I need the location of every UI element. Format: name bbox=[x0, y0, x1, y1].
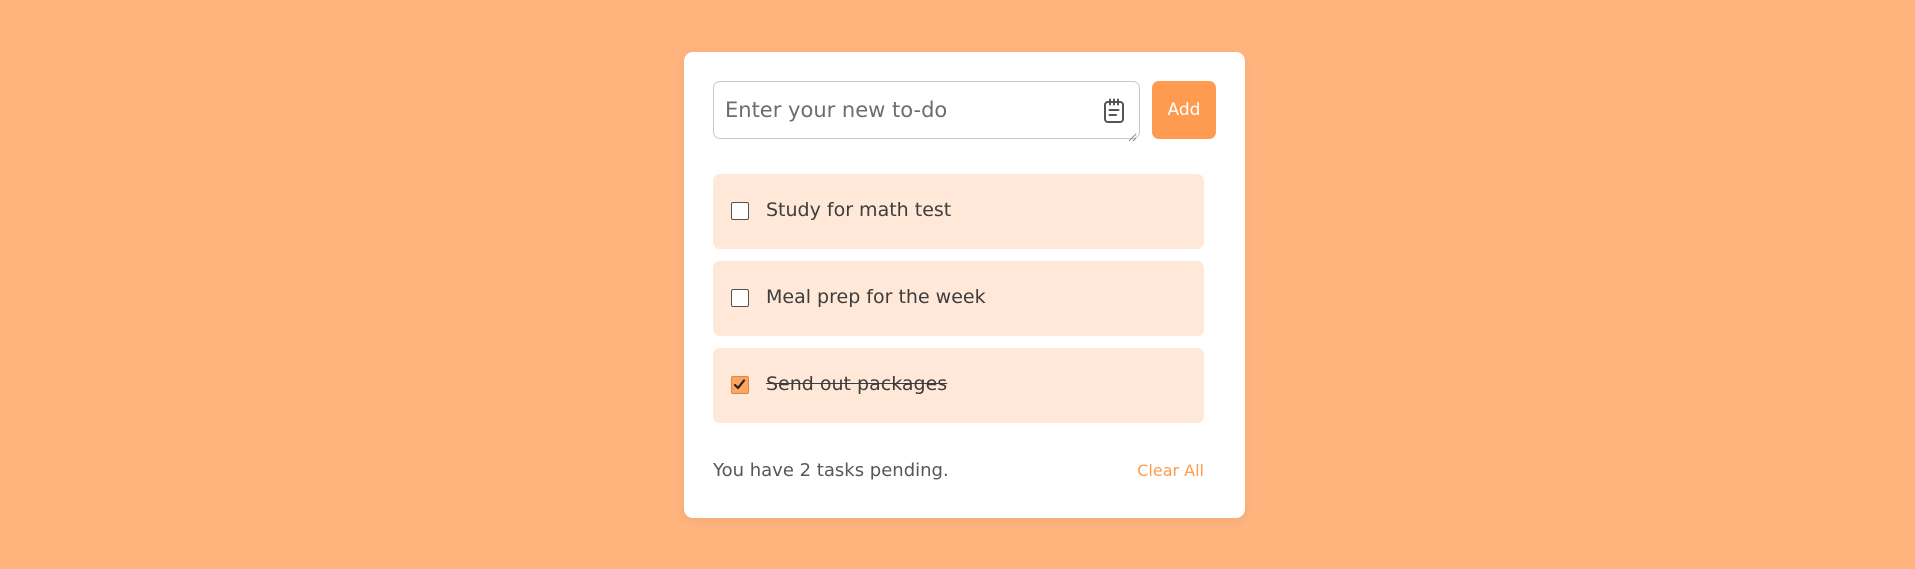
notepad-icon bbox=[1103, 98, 1125, 124]
todo-input-wrapper bbox=[713, 81, 1140, 142]
task-footer: You have 2 tasks pending. Clear All bbox=[713, 456, 1204, 484]
task-item: Study for math test bbox=[713, 174, 1204, 249]
pending-count-text: You have 2 tasks pending. bbox=[713, 460, 949, 481]
clear-all-button[interactable]: Clear All bbox=[1137, 461, 1204, 480]
add-button[interactable]: Add bbox=[1152, 81, 1216, 139]
resize-grip-icon[interactable] bbox=[1128, 127, 1137, 142]
task-checkbox[interactable] bbox=[731, 202, 749, 220]
checkmark-icon bbox=[733, 379, 746, 390]
task-label: Study for math test bbox=[766, 199, 952, 221]
task-label: Send out packages bbox=[766, 373, 948, 395]
task-checkbox[interactable] bbox=[731, 289, 749, 307]
new-todo-row: Add bbox=[713, 81, 1216, 142]
todo-card: Add Study for math test Meal prep for th… bbox=[684, 52, 1245, 518]
task-label: Meal prep for the week bbox=[766, 286, 986, 308]
task-list: Study for math test Meal prep for the we… bbox=[713, 174, 1204, 435]
task-checkbox[interactable] bbox=[731, 376, 749, 394]
task-item: Send out packages bbox=[713, 348, 1204, 423]
todo-input[interactable] bbox=[714, 82, 1139, 138]
task-item: Meal prep for the week bbox=[713, 261, 1204, 336]
